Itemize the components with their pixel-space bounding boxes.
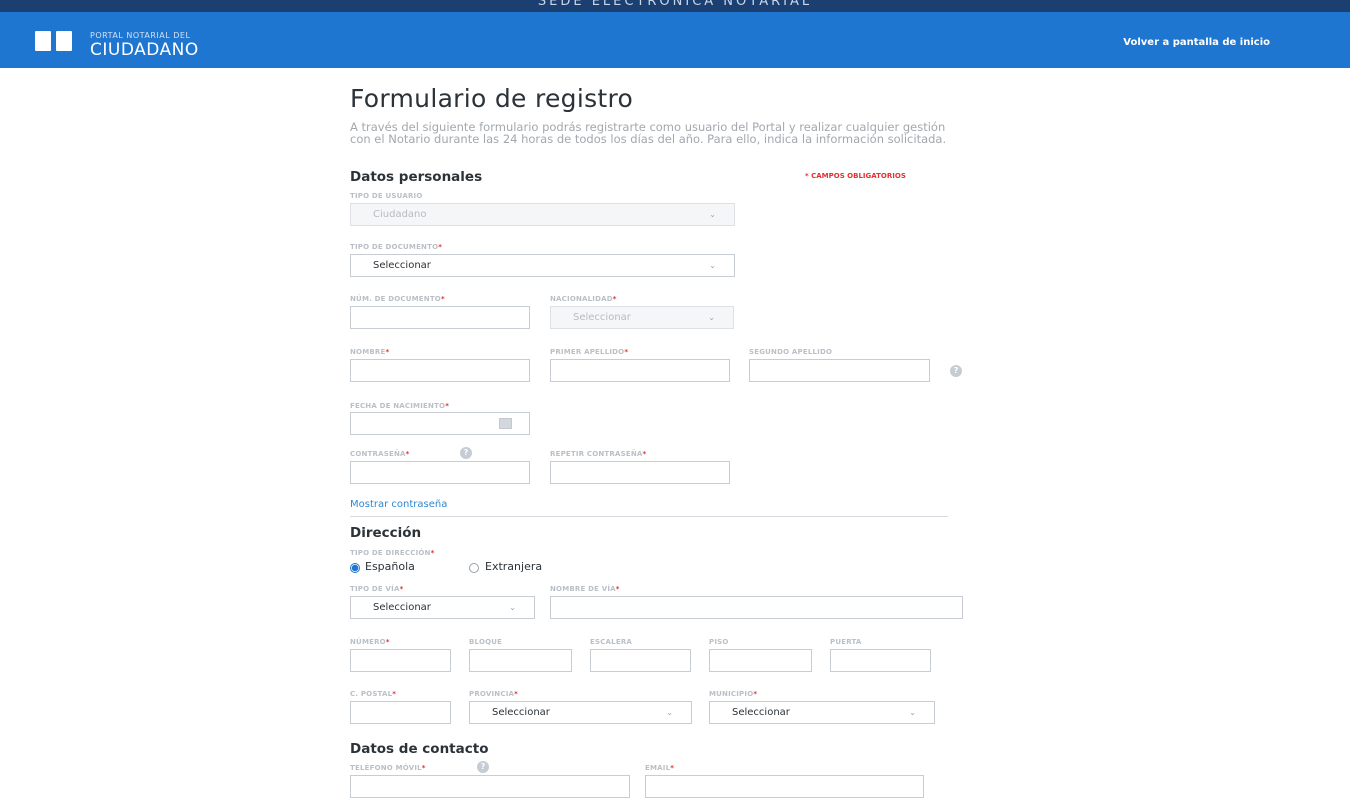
- street-type-label: TIPO DE VÍA*: [350, 585, 404, 593]
- radio-label-spanish: Española: [365, 560, 415, 573]
- number-input[interactable]: [350, 649, 451, 672]
- doc-number-input[interactable]: [350, 306, 530, 329]
- door-label: PUERTA: [830, 638, 862, 646]
- floor-label: PISO: [709, 638, 729, 646]
- address-type-label: TIPO DE DIRECCIÓN*: [350, 549, 435, 557]
- site-header: PORTAL NOTARIAL DEL CIUDADANO Volver a p…: [0, 12, 1350, 68]
- section-title-personal: Datos personales: [350, 169, 483, 185]
- postal-code-label: C. POSTAL*: [350, 690, 397, 698]
- chevron-down-icon: ⌄: [509, 603, 516, 612]
- show-password-link[interactable]: Mostrar contraseña: [350, 499, 447, 510]
- block-label: BLOQUE: [469, 638, 503, 646]
- postal-code-input[interactable]: [350, 701, 451, 724]
- stair-label: ESCALERA: [590, 638, 633, 646]
- mobile-help-icon[interactable]: ?: [477, 761, 489, 773]
- password-repeat-label: REPETIR CONTRASEÑA*: [550, 450, 647, 458]
- province-label: PROVINCIA*: [469, 690, 518, 698]
- section-divider: [350, 516, 948, 517]
- password-repeat-input[interactable]: [550, 461, 730, 484]
- chevron-down-icon: ⌄: [709, 210, 716, 219]
- street-name-label: NOMBRE DE VÍA*: [550, 585, 620, 593]
- municipality-select[interactable]: Seleccionar ⌄: [709, 701, 935, 724]
- stair-input[interactable]: [590, 649, 691, 672]
- chevron-down-icon: ⌄: [709, 261, 716, 270]
- chevron-down-icon: ⌄: [666, 708, 673, 717]
- section-title-address: Dirección: [350, 525, 422, 541]
- number-label: NÚMERO*: [350, 638, 390, 646]
- chevron-down-icon: ⌄: [708, 313, 715, 322]
- calendar-icon[interactable]: [499, 418, 512, 429]
- floor-input[interactable]: [709, 649, 812, 672]
- name-input[interactable]: [350, 359, 530, 382]
- chevron-down-icon: ⌄: [909, 708, 916, 717]
- doc-type-label: TIPO DE DOCUMENTO*: [350, 243, 443, 251]
- user-type-label: TIPO DE USUARIO: [350, 192, 423, 200]
- password-input[interactable]: [350, 461, 530, 484]
- province-select[interactable]: Seleccionar ⌄: [469, 701, 692, 724]
- doc-type-select[interactable]: Seleccionar ⌄: [350, 254, 735, 277]
- top-banner: SEDE ELECTRÓNICA NOTARIAL: [0, 0, 1350, 12]
- password-label: CONTRASEÑA*: [350, 450, 410, 458]
- radio-button-checked[interactable]: [350, 563, 360, 573]
- email-input[interactable]: [645, 775, 924, 798]
- logo-title: CIUDADANO: [90, 40, 199, 60]
- surname2-label: SEGUNDO APELLIDO: [749, 348, 833, 356]
- section-title-contact: Datos de contacto: [350, 741, 489, 757]
- surname2-input[interactable]: [749, 359, 930, 382]
- birth-date-label: FECHA DE NACIMIENTO*: [350, 402, 450, 410]
- radio-button-unchecked[interactable]: [469, 563, 479, 573]
- back-to-home-link[interactable]: Volver a pantalla de inicio: [1123, 37, 1270, 48]
- password-help-icon[interactable]: ?: [460, 447, 472, 459]
- mobile-label: TELÉFONO MÓVIL*: [350, 764, 426, 772]
- surname1-input[interactable]: [550, 359, 730, 382]
- intro-text: A través del siguiente formulario podrás…: [350, 120, 947, 146]
- street-name-input[interactable]: [550, 596, 963, 619]
- help-icon[interactable]: ?: [950, 365, 962, 377]
- doc-number-label: NÚM. DE DOCUMENTO*: [350, 295, 445, 303]
- block-input[interactable]: [469, 649, 572, 672]
- street-type-select[interactable]: Seleccionar ⌄: [350, 596, 535, 619]
- mobile-input[interactable]: [350, 775, 630, 798]
- birth-date-input[interactable]: [350, 412, 530, 435]
- door-input[interactable]: [830, 649, 931, 672]
- logo-subtitle: PORTAL NOTARIAL DEL: [90, 31, 191, 40]
- email-label: EMAIL*: [645, 764, 675, 772]
- required-fields-note: * CAMPOS OBLIGATORIOS: [805, 172, 906, 180]
- surname1-label: PRIMER APELLIDO*: [550, 348, 629, 356]
- nationality-select: Seleccionar ⌄: [550, 306, 734, 329]
- book-logo-icon[interactable]: [35, 31, 73, 51]
- user-type-select: Ciudadano ⌄: [350, 203, 735, 226]
- banner-text: SEDE ELECTRÓNICA NOTARIAL: [537, 0, 813, 9]
- radio-label-foreign: Extranjera: [485, 560, 543, 573]
- municipality-label: MUNICIPIO*: [709, 690, 758, 698]
- page-title: Formulario de registro: [350, 84, 634, 113]
- nationality-label: NACIONALIDAD*: [550, 295, 617, 303]
- name-label: NOMBRE*: [350, 348, 390, 356]
